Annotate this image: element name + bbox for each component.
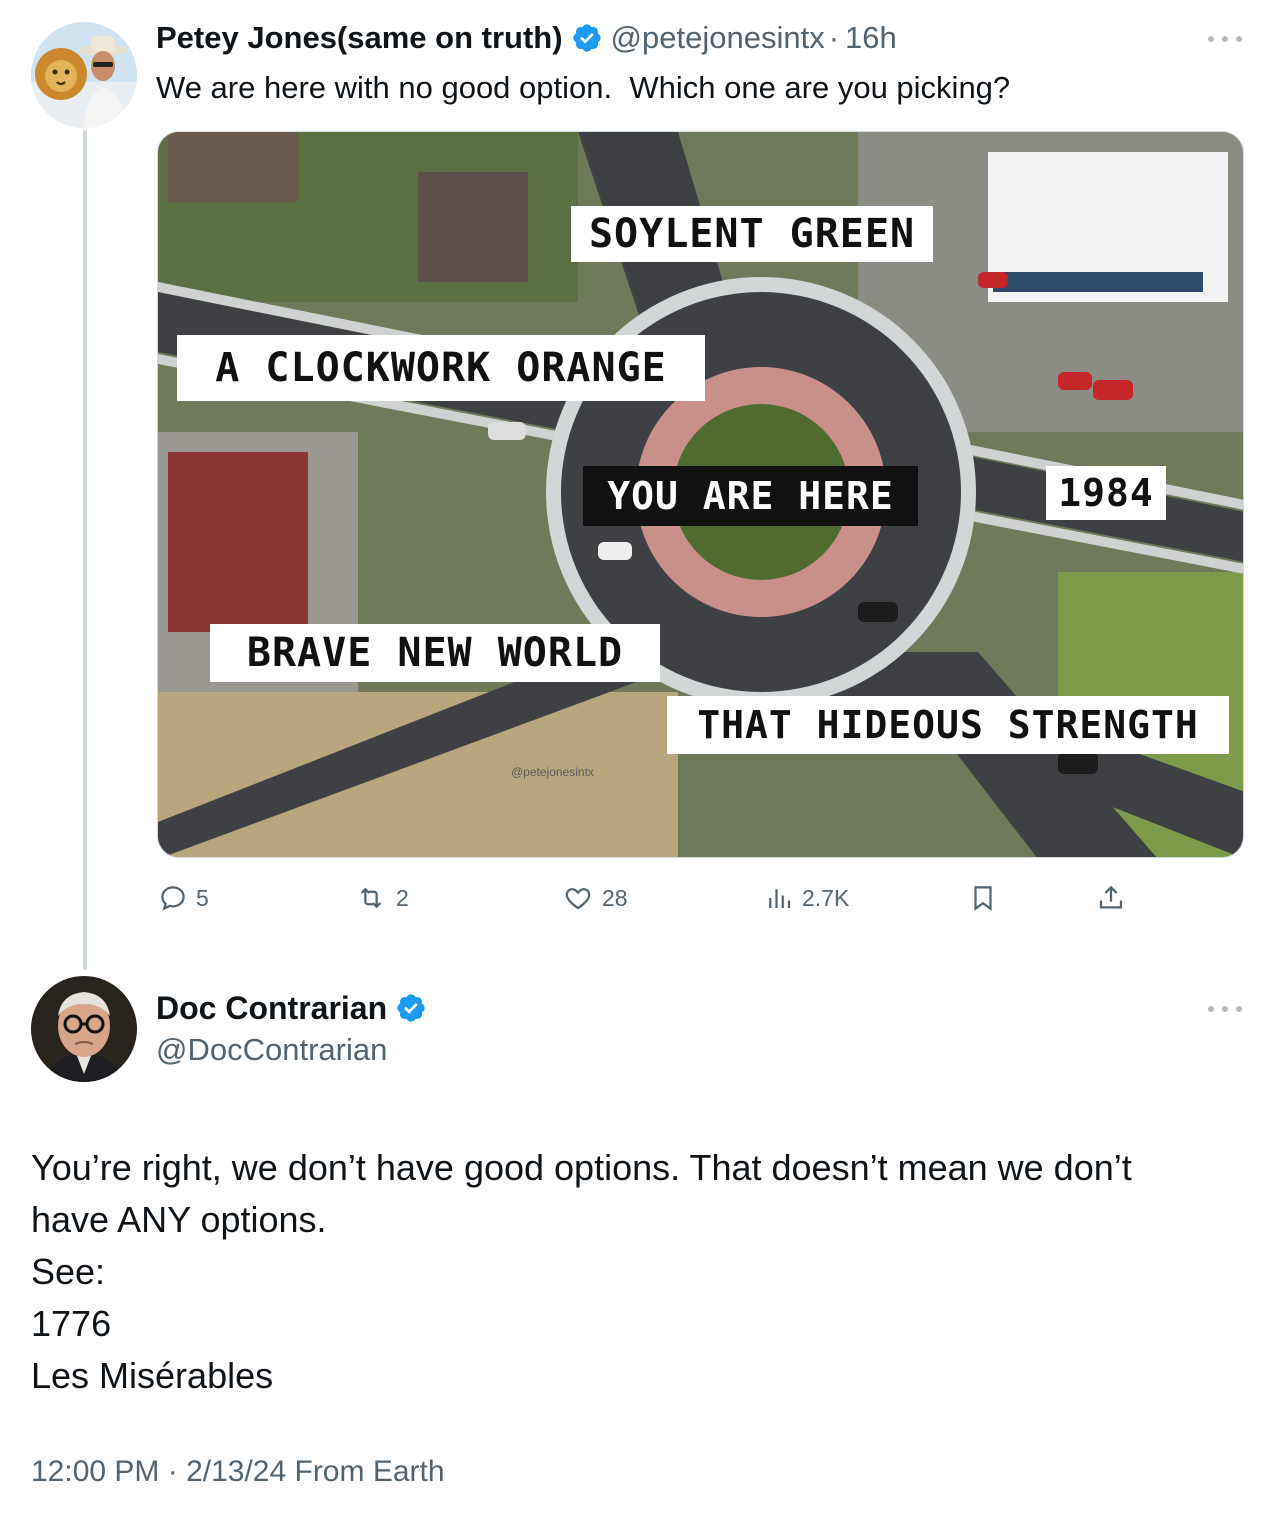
- bookmark-icon: [974, 886, 992, 911]
- verified-badge-icon: [571, 22, 603, 54]
- author-display-name[interactable]: Petey Jones(same on truth): [156, 20, 563, 56]
- label-clockwork-orange: A CLOCKWORK ORANGE: [177, 335, 705, 401]
- label-1984: 1984: [1046, 466, 1166, 520]
- like-button[interactable]: 28: [562, 880, 628, 916]
- views-count: 2.7K: [802, 884, 850, 911]
- more-icon[interactable]: [1208, 1004, 1242, 1014]
- tweet1-header: Petey Jones(same on truth) @petejonesint…: [156, 16, 897, 60]
- tweet1-text: We are here with no good option. Which o…: [156, 70, 1011, 105]
- repost-button[interactable]: 2: [354, 880, 409, 916]
- reply-count: 5: [196, 884, 209, 911]
- reply-button[interactable]: 5: [158, 880, 209, 916]
- tweet2-line: 1776: [31, 1303, 112, 1344]
- like-icon: [565, 888, 591, 910]
- share-icon: [1099, 885, 1123, 909]
- tweet-thread: Petey Jones(same on truth) @petejonesint…: [0, 0, 1279, 1514]
- author-handle[interactable]: @petejonesintx: [611, 20, 825, 56]
- label-you-are-here: YOU ARE HERE: [583, 466, 918, 526]
- thread-connector-line: [83, 130, 87, 970]
- author-display-name[interactable]: Doc Contrarian: [156, 990, 387, 1027]
- tweet2-timestamp-meta[interactable]: 12:00 PM · 2/13/24 From Earth: [31, 1450, 445, 1494]
- tweet2-author-row: Doc Contrarian: [156, 986, 435, 1030]
- repost-icon: [360, 887, 382, 909]
- views-button[interactable]: 2.7K: [764, 880, 849, 916]
- tweet2-text: You’re right, we don’t have good options…: [31, 1142, 1251, 1402]
- tweet2-line: have ANY options.: [31, 1199, 327, 1240]
- label-soylent-green: SOYLENT GREEN: [571, 206, 933, 262]
- avatar-doc-contrarian[interactable]: [31, 976, 137, 1082]
- like-count: 28: [602, 884, 628, 911]
- tweet2-line: You’re right, we don’t have good options…: [31, 1147, 1132, 1188]
- repost-count: 2: [396, 884, 409, 911]
- reply-icon: [161, 886, 185, 911]
- label-brave-new-world: BRAVE NEW WORLD: [210, 624, 660, 682]
- share-button[interactable]: [1096, 880, 1126, 916]
- verified-badge-icon: [395, 992, 427, 1024]
- author-handle[interactable]: @DocContrarian: [156, 1030, 387, 1070]
- tweet-media-image[interactable]: SOYLENT GREEN A CLOCKWORK ORANGE YOU ARE…: [157, 131, 1244, 858]
- separator-dot: ·: [828, 20, 840, 55]
- tweet2-line: See:: [31, 1251, 106, 1292]
- bookmark-button[interactable]: [968, 880, 998, 916]
- label-that-hideous-strength: THAT HIDEOUS STRENGTH: [667, 696, 1229, 754]
- more-icon[interactable]: [1208, 34, 1242, 44]
- views-icon: [769, 889, 791, 908]
- avatar-petey-jones[interactable]: [31, 22, 137, 128]
- tweet-timestamp[interactable]: 16h: [845, 20, 897, 56]
- image-watermark: @petejonesintx: [511, 765, 594, 779]
- tweet2-line: Les Misérables: [31, 1355, 274, 1396]
